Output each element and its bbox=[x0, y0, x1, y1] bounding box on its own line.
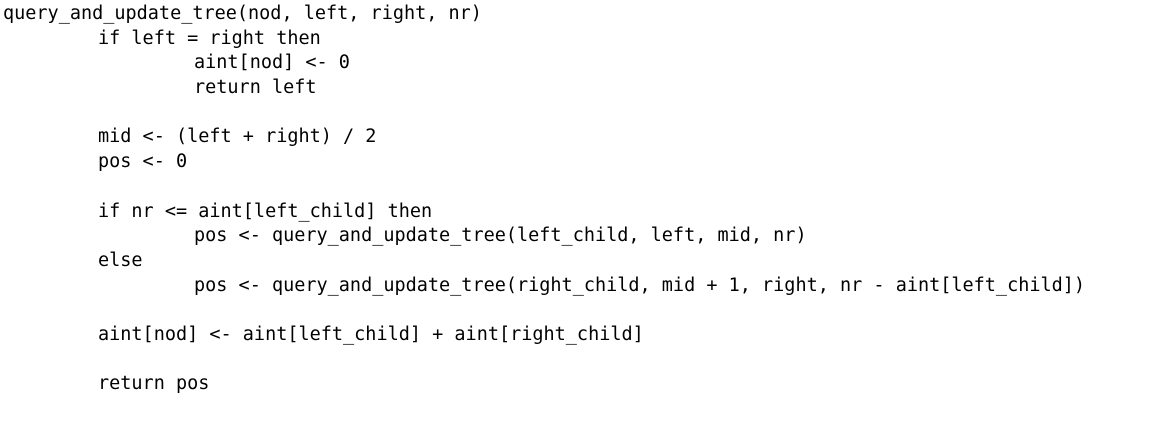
code-line-update-node: aint[nod] <- aint[left_child] + aint[rig… bbox=[98, 323, 644, 345]
code-line-recurse-right: pos <- query_and_update_tree(right_child… bbox=[194, 274, 1086, 296]
code-line-return-pos: return pos bbox=[98, 373, 210, 395]
code-line-return-left: return left bbox=[194, 77, 317, 99]
code-line-recurse-left: pos <- query_and_update_tree(left_child,… bbox=[194, 225, 807, 247]
text-editor[interactable]: query_and_update_tree(nod, left, right, … bbox=[0, 0, 1166, 432]
code-line-else: else bbox=[98, 249, 143, 271]
code-block: query_and_update_tree(nod, left, right, … bbox=[3, 2, 1085, 397]
code-line-function-signature: query_and_update_tree(nod, left, right, … bbox=[3, 3, 482, 24]
code-line-pos-init: pos <- 0 bbox=[98, 151, 188, 173]
code-line-assign-zero: aint[nod] <- 0 bbox=[194, 52, 350, 74]
code-line-if-left-child: if nr <= aint[left_child] then bbox=[98, 200, 433, 222]
code-line-if-base-case: if left = right then bbox=[98, 27, 321, 49]
code-line-mid: mid <- (left + right) / 2 bbox=[98, 126, 377, 148]
